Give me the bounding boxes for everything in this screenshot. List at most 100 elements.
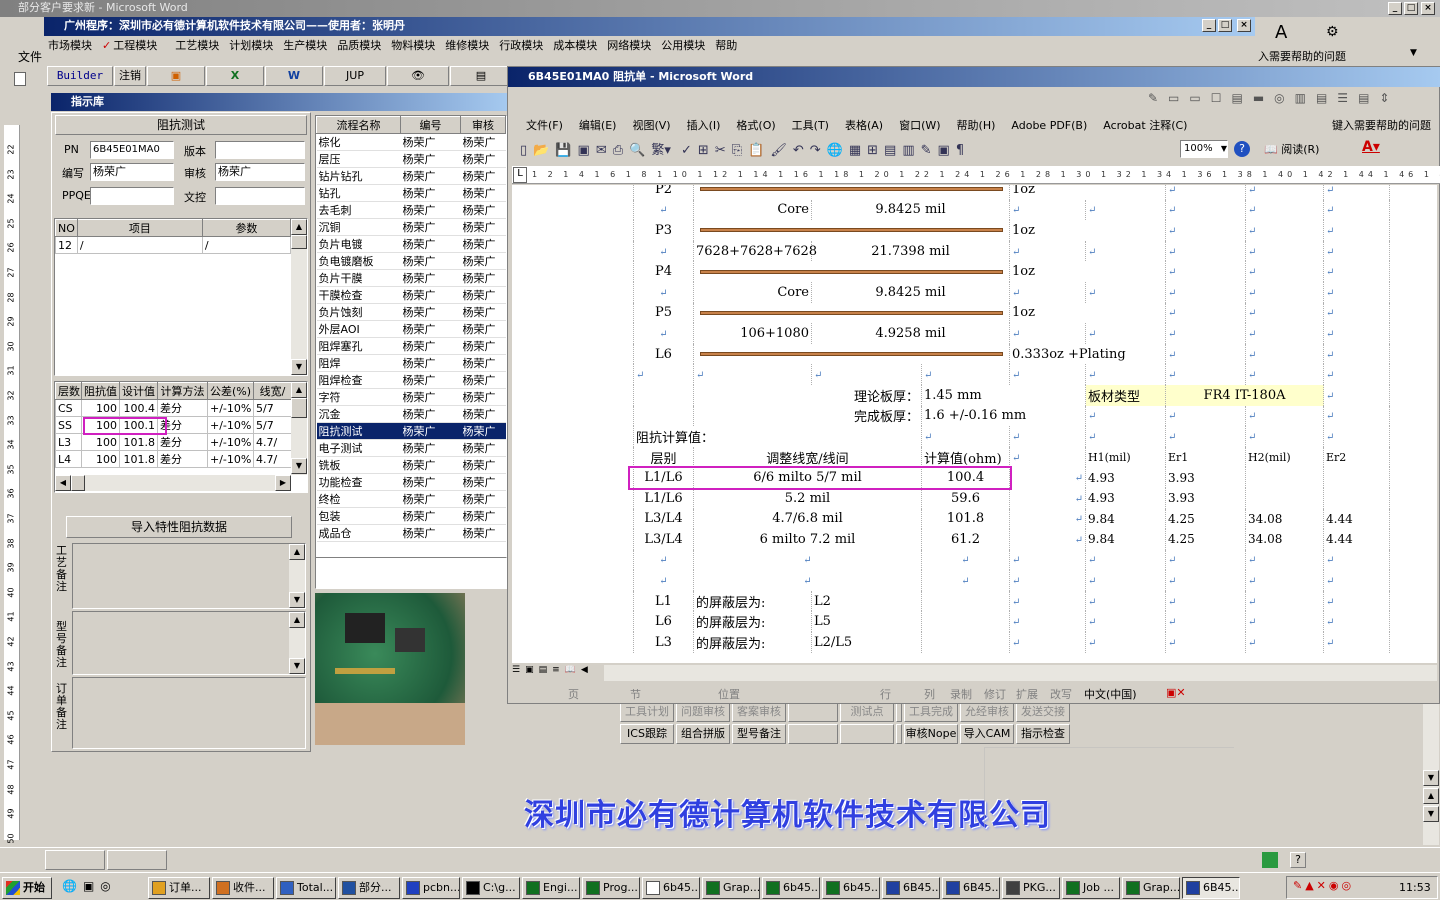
word-status-item[interactable]: 录制 [950,686,972,702]
print-view-icon[interactable]: ▤ [539,665,553,675]
bottom-tab-button[interactable] [788,724,838,744]
imp-hscroll-thumb[interactable] [71,475,85,491]
word-menu-help[interactable]: 帮助(H) [957,119,996,132]
word-status-item[interactable]: 修订 [984,686,1006,702]
flow-row[interactable]: 负片蚀刻 杨荣广 杨荣广 [316,303,506,321]
word-menu-table[interactable]: 表格(A) [845,119,883,132]
outer-new-icon[interactable] [14,72,26,86]
imp-scroll-left-icon[interactable]: ◀ [55,475,71,491]
note2-down-icon[interactable]: ▼ [289,658,305,674]
open-icon[interactable]: 📂 [533,143,555,158]
reading-view-icon[interactable]: 📖 [565,665,581,675]
word-menu-view[interactable]: 视图(V) [632,119,670,132]
word-status-item[interactable]: 中文(中国) [1084,686,1137,702]
word-hscrollbar[interactable] [604,665,1437,681]
doc-map-icon[interactable]: ▣ [938,143,956,158]
flow-row[interactable]: 去毛刺 杨荣广 杨荣广 [316,201,506,219]
columns-icon[interactable]: ▥ [902,143,920,158]
tray-green-icon[interactable] [1262,852,1278,868]
review-field[interactable]: 杨荣广 [215,163,305,181]
taskbar-item[interactable]: Grap... [702,877,760,899]
tables-icon[interactable]: ▦ [849,143,867,158]
taskbar-item[interactable]: Prog... [582,877,640,899]
imp-scroll-right-icon[interactable]: ▶ [275,475,291,491]
impedance-table[interactable]: 层数 阻抗值 设计值 计算方法 公差(%) 线宽/ CS 100 100.4 差分 +/… [54,381,308,493]
print-icon[interactable]: ⎙ [613,143,629,158]
document-area[interactable]: P2 1oz ↵ ↵ ↵ ↵ Core 9.8425 mil ↵ ↵ ↵ ↵ ↵ P3 1oz ↵ ↵ ↵ ↵ 762… [512,185,1437,663]
imp-col-layer[interactable]: 层数 [55,382,82,400]
outer-vertical-scrollbar[interactable]: ▼ ▲ ▼ [1423,700,1439,845]
research-icon[interactable]: ⊞ [698,143,715,158]
order-note-area[interactable] [72,677,306,749]
table-row[interactable]: L4 100 101.8 差分 +/-10% 4.7/ [55,450,292,468]
imp-scroll-thumb[interactable] [291,398,307,418]
bottom-tab-button[interactable]: 型号备注 [732,724,786,744]
model-note-area[interactable]: ▲ ▼ [72,611,306,675]
flow-col-no[interactable]: 编号 [400,116,461,134]
version-field[interactable] [215,141,305,159]
author-field[interactable]: 杨荣广 [90,163,174,181]
copy-icon[interactable]: ⎘ [732,143,748,158]
bottom-tab-button[interactable]: 指示检查 [1016,724,1070,744]
web-view-icon[interactable]: ▣ [525,665,539,675]
cut-icon[interactable]: ✂ [715,143,732,158]
taskbar-item[interactable]: Job ... [1062,877,1120,899]
flow-row[interactable]: 阻抗测试 杨荣广 杨荣广 [316,422,506,440]
word-menu-edit[interactable]: 编辑(E) [579,119,617,132]
pn-field[interactable]: 6B45E01MA0 [90,141,174,159]
undo-icon[interactable]: ↶ [793,143,810,158]
hscroll-left-icon[interactable]: ◀ [581,665,593,675]
menu-quality[interactable]: 品质模块 [337,39,381,52]
note1-up-icon[interactable]: ▲ [289,544,305,560]
table-row[interactable]: CS 100 100.4 差分 +/-10% 5/7 [55,399,292,417]
imp-col-tol[interactable]: 公差(%) [207,382,254,400]
app-close-button[interactable]: × [1237,19,1251,32]
imp-hscrollbar[interactable]: ◀ ▶ [55,475,291,491]
format-painter-icon[interactable]: 🖌 [770,143,793,158]
toolbar-orange-icon[interactable]: ▣ [147,66,205,86]
imp-col-method[interactable]: 计算方法 [157,382,208,400]
menu-help[interactable]: 帮助 [715,39,737,52]
flow-row[interactable]: 铣板 杨荣广 杨荣广 [316,456,506,474]
outer-prev-page-icon[interactable]: ▲ [1423,788,1439,804]
flow-col-review[interactable]: 审核 [460,116,506,134]
flow-row[interactable]: 沉铜 杨荣广 杨荣广 [316,218,506,236]
zoom-select[interactable]: 100% ▼ [1180,140,1228,158]
bottom-tab-button[interactable]: 组合拼版 [676,724,730,744]
flow-row[interactable]: 阻焊检查 杨荣广 杨荣广 [316,371,506,389]
builder-button[interactable]: Builder [47,66,113,86]
doc-control-field[interactable] [215,187,305,205]
taskbar-item[interactable]: Engi... [522,877,580,899]
menu-production[interactable]: 生产模块 [283,39,327,52]
app-maximize-button[interactable]: □ [1218,19,1232,32]
flow-row[interactable]: 棕化 杨荣广 杨荣广 [316,133,506,151]
word-menu-format[interactable]: 格式(O) [736,119,775,132]
taskbar-item[interactable]: 6B45... [1182,877,1240,899]
flow-row[interactable]: 钻片钻孔 杨荣广 杨荣广 [316,167,506,185]
taskbar-item[interactable]: C:\g... [462,877,520,899]
flow-col-name[interactable]: 流程名称 [316,116,401,134]
hyperlink-icon[interactable]: 🌐 [827,143,849,158]
read-button[interactable]: 📖 阅读(R) [1264,141,1319,157]
word-menu-window[interactable]: 窗口(W) [899,119,940,132]
preview-icon[interactable]: 🔍 [629,143,651,158]
process-note-area[interactable]: ▲ ▼ [72,543,306,609]
menu-admin[interactable]: 行政模块 [499,39,543,52]
table-row[interactable]: L3 100 101.8 差分 +/-10% 4.7/ [55,433,292,451]
outline-view-icon[interactable]: ≡ [552,665,565,675]
outer-help-dropdown-icon[interactable]: ▼ [1410,48,1417,58]
table-row[interactable]: 12// [55,236,292,254]
email-icon[interactable]: ✉ [596,143,613,158]
menu-market[interactable]: 市场模块 [48,39,92,52]
start-button[interactable]: 开始 [2,877,52,899]
outer-minimize-button[interactable]: _ [1388,2,1402,15]
flow-row[interactable]: 阻焊 杨荣广 杨荣广 [316,354,506,372]
spelling-status-icon[interactable]: ▣✕ [1166,686,1186,699]
menu-cost[interactable]: 成本模块 [553,39,597,52]
flow-row[interactable]: 负电镀磨板 杨荣广 杨荣广 [316,252,506,270]
flow-row[interactable]: 层压 杨荣广 杨荣广 [316,150,506,168]
word-status-item[interactable]: 改写 [1050,686,1072,702]
save-icon[interactable]: 💾 [555,143,577,158]
scroll-up-icon[interactable]: ▲ [291,219,307,235]
flow-row[interactable]: 钻孔 杨荣广 杨荣广 [316,184,506,202]
